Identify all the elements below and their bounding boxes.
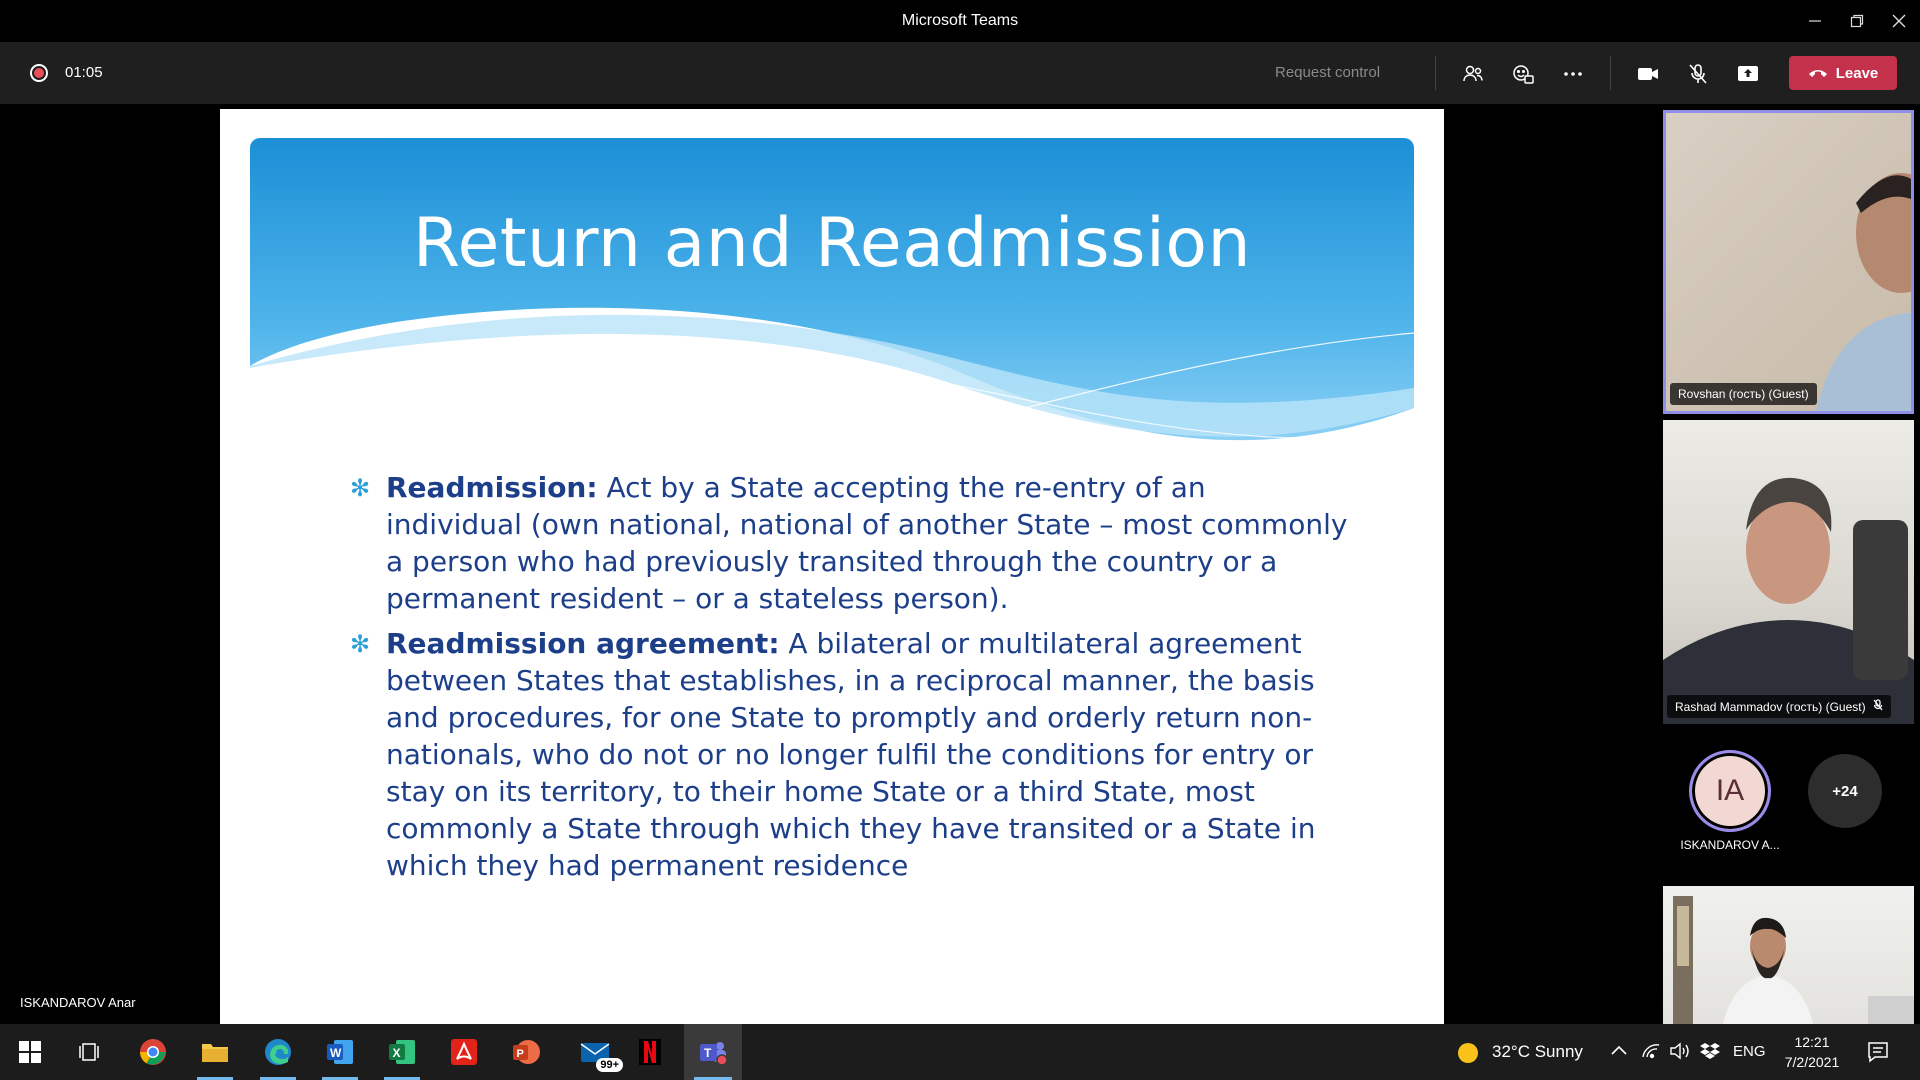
participant-avatar-name: ISKANDAROV A... — [1680, 838, 1780, 852]
netflix-icon[interactable] — [622, 1024, 678, 1080]
notifications-icon[interactable] — [1866, 1040, 1890, 1069]
file-explorer-icon[interactable] — [187, 1024, 243, 1080]
weather-icon[interactable] — [1456, 1041, 1480, 1070]
mail-badge: 99+ — [596, 1058, 623, 1072]
slide-header-banner: Return and Readmission — [250, 138, 1414, 458]
svg-text:X: X — [393, 1046, 401, 1060]
more-participants-button[interactable]: +24 — [1808, 754, 1882, 828]
share-icon[interactable] — [1732, 58, 1764, 90]
leave-button[interactable]: Leave — [1789, 56, 1897, 90]
mail-icon[interactable]: 99+ — [563, 1024, 627, 1080]
phone-hangup-icon — [1808, 70, 1827, 77]
reactions-icon[interactable] — [1507, 58, 1539, 90]
participant-video-feed — [1673, 896, 1914, 1024]
camera-icon[interactable] — [1632, 58, 1664, 90]
bullet-term: Readmission agreement: — [386, 627, 780, 660]
minimize-icon[interactable] — [1794, 0, 1836, 42]
windows-taskbar: W X P 99+ T 32°C Sunny ENG 12:21 7/2/202… — [0, 1024, 1920, 1080]
toolbar-divider — [1435, 56, 1436, 90]
teams-icon[interactable]: T — [684, 1024, 742, 1080]
leave-label: Leave — [1835, 64, 1879, 82]
window-controls — [1794, 0, 1920, 42]
network-icon[interactable] — [1641, 1041, 1661, 1066]
task-view-icon[interactable] — [62, 1024, 118, 1080]
mic-muted-icon — [1873, 699, 1883, 714]
mic-off-icon[interactable] — [1682, 58, 1714, 90]
more-icon[interactable] — [1557, 58, 1589, 90]
participant-video-tile[interactable] — [1663, 886, 1914, 1024]
chrome-icon[interactable] — [125, 1024, 181, 1080]
svg-text:W: W — [330, 1046, 342, 1060]
clock-time: 12:21 — [1794, 1034, 1830, 1050]
slide-body: ✻ Readmission: Act by a State accepting … — [350, 469, 1350, 892]
powerpoint-icon[interactable]: P — [498, 1024, 554, 1080]
participant-video-feed — [1663, 477, 1914, 724]
weather-text[interactable]: 32°C Sunny — [1492, 1042, 1583, 1062]
window-title-bar: Microsoft Teams — [0, 0, 1920, 42]
participants-icon[interactable] — [1457, 58, 1489, 90]
meeting-timer: 01:05 — [65, 64, 103, 81]
record-icon — [30, 64, 48, 82]
presentation-slide: Return and Readmission ✻ Readmission: Ac… — [220, 109, 1444, 1024]
participant-name: Rashad Mammadov (гость) (Guest) — [1675, 700, 1866, 714]
slide-bullet: ✻ Readmission: Act by a State accepting … — [350, 469, 1350, 617]
participant-video-tile[interactable]: Rashad Mammadov (гость) (Guest) — [1663, 420, 1914, 724]
volume-icon[interactable] — [1669, 1041, 1691, 1066]
participant-avatar[interactable]: IA — [1689, 750, 1771, 832]
participant-name-tag: Rashad Mammadov (гость) (Guest) — [1667, 695, 1891, 718]
svg-text:T: T — [704, 1046, 712, 1060]
window-title: Microsoft Teams — [901, 12, 1019, 29]
bullet-text: A bilateral or multilateral agreement be… — [386, 627, 1316, 882]
close-icon[interactable] — [1878, 0, 1920, 42]
presenter-name-label: ISKANDAROV Anar — [20, 995, 136, 1010]
toolbar-divider — [1610, 56, 1611, 90]
meeting-toolbar: 01:05 Request control Leave — [0, 42, 1920, 104]
asterisk-bullet-icon: ✻ — [350, 630, 371, 658]
acrobat-icon[interactable] — [436, 1024, 492, 1080]
bullet-term: Readmission: — [386, 471, 598, 504]
asterisk-bullet-icon: ✻ — [350, 474, 371, 502]
slide-title: Return and Readmission — [412, 204, 1252, 283]
dropbox-icon[interactable] — [1699, 1041, 1721, 1066]
language-indicator[interactable]: ENG — [1733, 1043, 1766, 1060]
show-hidden-icons-icon[interactable] — [1610, 1042, 1628, 1065]
participant-video-tile[interactable]: Rovshan (гость) (Guest) — [1663, 110, 1914, 414]
clock-date: 7/2/2021 — [1784, 1054, 1840, 1070]
excel-icon[interactable]: X — [374, 1024, 430, 1080]
system-clock[interactable]: 12:21 7/2/2021 — [1772, 1032, 1852, 1072]
participant-video-feed — [1816, 173, 1911, 411]
restore-icon[interactable] — [1836, 0, 1878, 42]
request-control-button[interactable]: Request control — [1275, 64, 1380, 81]
participant-name-tag: Rovshan (гость) (Guest) — [1670, 383, 1817, 405]
word-icon[interactable]: W — [312, 1024, 368, 1080]
edge-icon[interactable] — [250, 1024, 306, 1080]
slide-bullet: ✻ Readmission agreement: A bilateral or … — [350, 625, 1350, 884]
windows-start-icon[interactable] — [2, 1024, 58, 1080]
svg-text:P: P — [517, 1048, 524, 1060]
